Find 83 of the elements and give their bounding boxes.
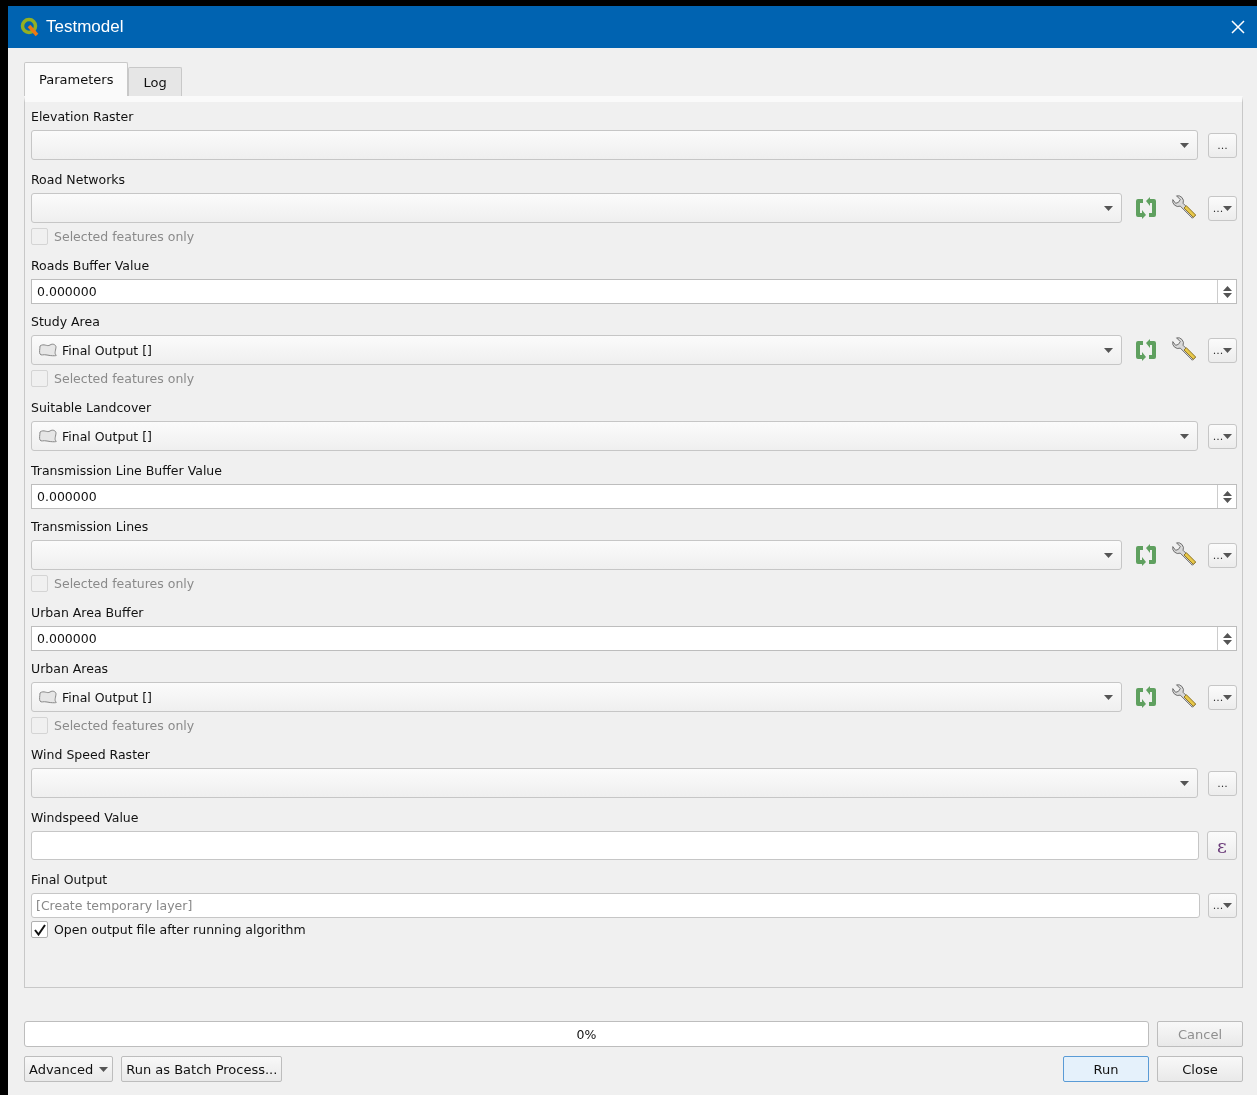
wrench-icon xyxy=(1170,541,1198,569)
progress-text: 0% xyxy=(576,1026,597,1042)
dialog-button[interactable]: Close xyxy=(1157,1056,1243,1082)
spin-arrows-icon xyxy=(1222,631,1232,646)
checkbox-label: Selected features only xyxy=(54,229,195,244)
dropdown-arrow-icon xyxy=(1180,142,1189,148)
parameter-label: Transmission Lines xyxy=(31,518,150,536)
checkbox-row[interactable]: Open output file after running algorithm xyxy=(31,920,1237,939)
layer-dropdown[interactable] xyxy=(31,540,1122,570)
parameter-label: Road Networks xyxy=(31,171,127,189)
number-spinbox[interactable]: 0.000000 xyxy=(31,279,1237,304)
checkmark-icon xyxy=(33,923,46,936)
dialog-button[interactable]: Run xyxy=(1063,1056,1149,1082)
browse-button[interactable]: ... xyxy=(1208,423,1237,449)
parameter-label: Study Area xyxy=(31,313,101,331)
number-spinbox[interactable]: 0.000000 xyxy=(31,626,1237,651)
layer-dropdown[interactable] xyxy=(31,193,1122,223)
browse-button[interactable]: ... xyxy=(1208,893,1237,918)
close-icon[interactable] xyxy=(1231,20,1245,34)
parameter-label: Transmission Line Buffer Value xyxy=(31,462,223,480)
browse-button[interactable]: ... xyxy=(1208,337,1237,363)
layer-dropdown[interactable]: Final Output [] xyxy=(31,682,1122,712)
checkbox-label: Selected features only xyxy=(54,371,195,386)
spin-arrows-icon xyxy=(1222,489,1232,504)
layer-dropdown[interactable] xyxy=(31,768,1198,798)
parameter-label: Urban Areas xyxy=(31,660,110,678)
caret-icon xyxy=(1223,552,1233,558)
parameter-label: Elevation Raster xyxy=(31,108,135,126)
polygon-layer-icon xyxy=(38,343,58,357)
refresh-icon xyxy=(1133,544,1159,566)
checkbox-label: Selected features only xyxy=(54,718,195,733)
refresh-icon xyxy=(1133,339,1159,361)
expression-field[interactable] xyxy=(31,831,1199,860)
advanced-options-button[interactable] xyxy=(1170,336,1198,364)
polygon-layer-icon xyxy=(38,429,58,443)
expression-button[interactable]: ε xyxy=(1207,831,1237,860)
parameter-label: Windspeed Value xyxy=(31,809,140,827)
advanced-options-button[interactable] xyxy=(1170,194,1198,222)
output-field[interactable]: [Create temporary layer] xyxy=(31,893,1200,918)
parameter-label: Roads Buffer Value xyxy=(31,257,151,275)
checkbox[interactable] xyxy=(31,921,48,938)
browse-button[interactable]: ... xyxy=(1208,542,1237,568)
parameter-label: Final Output xyxy=(31,871,109,889)
layer-dropdown[interactable] xyxy=(31,130,1198,160)
caret-icon xyxy=(1223,433,1233,439)
caret-icon xyxy=(1223,347,1233,353)
window-title: Testmodel xyxy=(46,17,125,37)
menu-button[interactable]: Advanced xyxy=(24,1056,114,1082)
caret-icon xyxy=(1223,205,1233,211)
dropdown-arrow-icon xyxy=(1104,694,1113,700)
parameter-label: Urban Area Buffer xyxy=(31,604,145,622)
checkbox-label: Open output file after running algorithm xyxy=(54,922,306,937)
dropdown-arrow-icon xyxy=(1104,205,1113,211)
browse-button[interactable]: ... xyxy=(1208,770,1237,796)
wrench-icon xyxy=(1170,194,1198,222)
layer-dropdown[interactable]: Final Output [] xyxy=(31,421,1198,451)
batch-button[interactable]: Run as Batch Process... xyxy=(121,1056,283,1082)
spin-arrows-icon xyxy=(1222,284,1232,299)
tab[interactable]: Log xyxy=(128,67,182,96)
dropdown-arrow-icon xyxy=(1104,347,1113,353)
dropdown-arrow-icon xyxy=(1180,780,1189,786)
advanced-options-button[interactable] xyxy=(1170,683,1198,711)
advanced-options-button[interactable] xyxy=(1170,541,1198,569)
parameter-label: Wind Speed Raster xyxy=(31,746,151,764)
wrench-icon xyxy=(1170,683,1198,711)
caret-icon xyxy=(99,1066,109,1072)
layer-dropdown[interactable]: Final Output [] xyxy=(31,335,1122,365)
browse-button[interactable]: ... xyxy=(1208,132,1237,158)
refresh-icon xyxy=(1133,197,1159,219)
dropdown-arrow-icon xyxy=(1104,552,1113,558)
checkbox-label: Selected features only xyxy=(54,576,195,591)
dropdown-arrow-icon xyxy=(1180,433,1189,439)
app-logo-icon xyxy=(20,17,40,37)
caret-icon xyxy=(1223,694,1233,700)
tab[interactable]: Parameters xyxy=(24,62,129,96)
caret-icon xyxy=(1223,903,1233,908)
browse-button[interactable]: ... xyxy=(1208,195,1237,221)
browse-button[interactable]: ... xyxy=(1208,684,1237,710)
polygon-layer-icon xyxy=(38,690,58,704)
refresh-icon xyxy=(1133,686,1159,708)
parameter-label: Suitable Landcover xyxy=(31,399,153,417)
wrench-icon xyxy=(1170,336,1198,364)
number-spinbox[interactable]: 0.000000 xyxy=(31,484,1237,509)
